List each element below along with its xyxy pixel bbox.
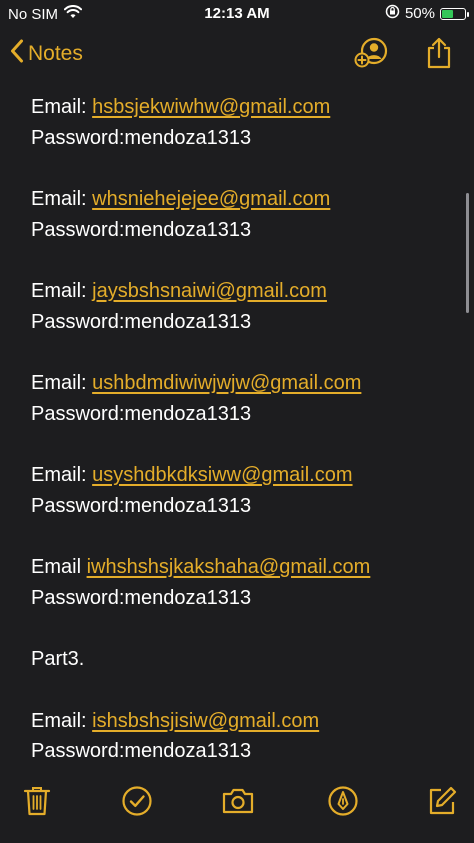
- nav-bar: Notes: [0, 30, 474, 78]
- checklist-icon: [121, 785, 153, 822]
- rotation-lock-icon: [385, 4, 400, 23]
- compose-icon: [426, 785, 458, 822]
- email-line: Email: usyshdbkdksiww@gmail.com: [31, 460, 454, 491]
- password-line: Password:mendoza1313: [31, 310, 252, 333]
- camera-button[interactable]: [220, 785, 256, 821]
- battery-fill: [442, 9, 453, 18]
- email-link[interactable]: whsniehejejee@gmail.com: [92, 188, 330, 210]
- email-line: Email: jaysbshsnaiwi@gmail.com: [31, 276, 454, 307]
- status-bar: No SIM 12:13 AM 50%: [0, 0, 474, 28]
- password-line: Password:mendoza1313: [31, 494, 252, 517]
- password-line: Password:mendoza1313: [31, 402, 252, 425]
- email-prefix: Email:: [31, 96, 93, 118]
- bottom-toolbar: [0, 771, 474, 843]
- add-people-icon: [353, 37, 389, 74]
- email-line: Email: hsbsjekwiwhw@gmail.com: [31, 92, 454, 123]
- email-link[interactable]: ushbdmdiwiwjwjw@gmail.com: [92, 372, 361, 394]
- email-line: Email: ushbdmdiwiwjwjw@gmail.com: [31, 368, 454, 399]
- add-people-button[interactable]: [353, 37, 389, 74]
- status-right: 50%: [385, 4, 469, 23]
- share-icon: [425, 37, 453, 74]
- camera-icon: [221, 787, 255, 820]
- email-line: Email: ishsbshsjisiw@gmail.com: [31, 706, 454, 737]
- section-heading: Part3.: [31, 648, 85, 670]
- note-entry: Email: ushbdmdiwiwjwjw@gmail.com Passwor…: [31, 368, 454, 429]
- battery-percent: 50%: [404, 5, 435, 22]
- email-line: Email: whsniehejejee@gmail.com: [31, 184, 454, 215]
- email-prefix: Email:: [31, 372, 93, 394]
- email-link[interactable]: ishsbshsjisiw@gmail.com: [92, 710, 319, 732]
- password-line: Password:mendoza1313: [31, 126, 252, 149]
- battery-charging-icon: [440, 7, 469, 20]
- email-link[interactable]: iwhshshsjkakshaha@gmail.com: [87, 556, 371, 578]
- delete-button[interactable]: [19, 785, 55, 821]
- email-prefix: Email:: [31, 188, 93, 210]
- share-button[interactable]: [422, 37, 456, 74]
- email-prefix: Email:: [31, 280, 93, 302]
- email-link[interactable]: usyshdbkdksiww@gmail.com: [92, 464, 352, 486]
- note-entry: Email: jaysbshsnaiwi@gmail.com Password:…: [31, 276, 454, 337]
- note-entry: Email: usyshdbkdksiww@gmail.com Password…: [31, 460, 454, 521]
- email-line: Email iwhshshsjkakshaha@gmail.com: [31, 552, 454, 583]
- note-entry: Email iwhshshsjkakshaha@gmail.com Passwo…: [31, 552, 454, 613]
- scroll-indicator[interactable]: [466, 193, 469, 313]
- password-line: Password:mendoza1313: [31, 740, 252, 762]
- note-entry: Email: whsniehejejee@gmail.com Password:…: [31, 184, 454, 245]
- chevron-left-icon: [10, 39, 24, 69]
- password-line: Password:mendoza1313: [31, 218, 252, 241]
- markup-pen-icon: [327, 785, 359, 822]
- note-entry: Email: ishsbshsjisiw@gmail.com Password:…: [31, 706, 454, 767]
- trash-icon: [23, 785, 51, 822]
- compose-button[interactable]: [424, 785, 460, 821]
- email-prefix: Email: [31, 556, 87, 578]
- back-button[interactable]: Notes: [10, 39, 83, 69]
- email-prefix: Email:: [31, 464, 93, 486]
- checklist-button[interactable]: [119, 785, 155, 821]
- note-body[interactable]: Email: hsbsjekwiwhw@gmail.com Password:m…: [31, 92, 454, 798]
- email-link[interactable]: jaysbshsnaiwi@gmail.com: [92, 280, 327, 302]
- back-button-label: Notes: [28, 42, 83, 65]
- email-prefix: Email:: [31, 709, 93, 732]
- note-entry: Email: hsbsjekwiwhw@gmail.com Password:m…: [31, 92, 454, 153]
- email-link[interactable]: hsbsjekwiwhw@gmail.com: [92, 96, 330, 118]
- markup-button[interactable]: [325, 785, 361, 821]
- password-line: Password:mendoza1313: [31, 586, 252, 609]
